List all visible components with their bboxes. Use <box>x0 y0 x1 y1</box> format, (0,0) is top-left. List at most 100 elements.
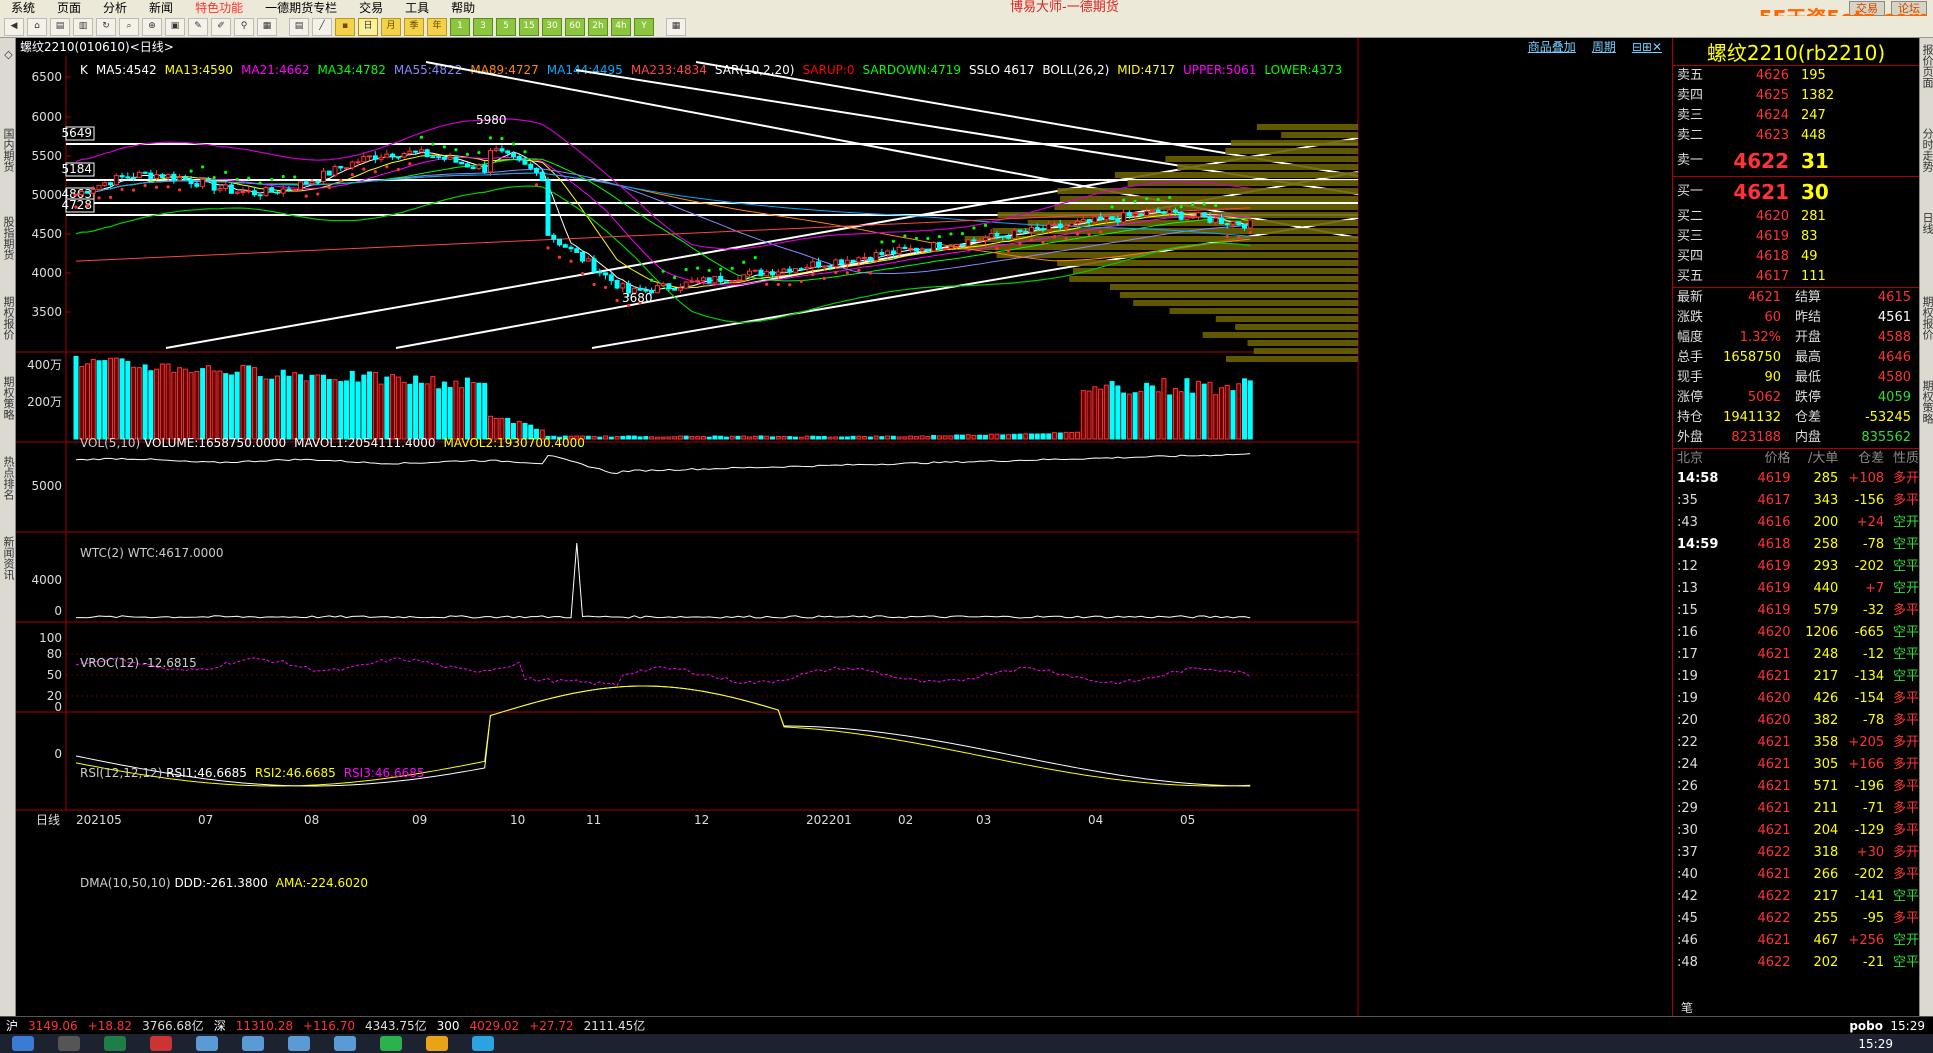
quote-row[interactable]: 卖二 4623 448 <box>1673 126 1919 146</box>
tick-oi: -12 <box>1862 647 1885 662</box>
candle-body <box>925 248 931 252</box>
candle-body <box>608 274 614 281</box>
window-icon[interactable] <box>196 1036 218 1051</box>
menu-item[interactable]: 工具 <box>394 0 440 16</box>
menu-item[interactable]: 系统 <box>0 0 46 16</box>
left-tab-1[interactable]: 股指期货 <box>1 216 15 260</box>
search-icon[interactable]: ⌕ <box>119 17 139 36</box>
period-1m-icon[interactable]: 1 <box>450 17 470 36</box>
left-tab-5[interactable]: 新闻资讯 <box>1 536 15 580</box>
table-icon[interactable]: ▤ <box>289 17 309 36</box>
period-4h-icon[interactable]: 4h <box>611 17 631 36</box>
draw-icon[interactable]: ✐ <box>211 17 231 36</box>
quote-row[interactable]: 卖四 4625 1382 <box>1673 86 1919 106</box>
volume-bar <box>614 435 620 440</box>
excel-icon[interactable] <box>104 1036 126 1051</box>
volume-bar <box>436 388 442 440</box>
ask1-row[interactable]: 卖一 4622 31 <box>1673 146 1919 176</box>
volume-bar <box>746 436 752 440</box>
period-2h-icon[interactable]: 2h <box>588 17 608 36</box>
period-day-icon[interactable]: 日 <box>358 17 378 36</box>
candle-body <box>257 194 263 197</box>
stat-row: 总手 1658750 最高 4646 <box>1673 348 1919 368</box>
tick-row: :40 4621 266 -202 多平 <box>1673 864 1919 886</box>
period-week-icon[interactable]: Y <box>634 17 654 36</box>
period-30m-icon[interactable]: 30 <box>542 17 562 36</box>
left-tab-top[interactable]: ◇ <box>1 48 15 61</box>
volume-bar <box>787 436 793 440</box>
right-tab-0[interactable]: 报价页面 <box>1920 44 1933 88</box>
start-icon[interactable] <box>12 1036 34 1051</box>
candle-body <box>988 233 994 239</box>
menu-item[interactable]: 特色功能 <box>184 0 254 16</box>
quote-icon[interactable]: ▤ <box>50 17 70 36</box>
period-5m-icon[interactable]: 5 <box>496 17 516 36</box>
window-icon[interactable] <box>288 1036 310 1051</box>
refresh-icon[interactable]: ↻ <box>96 17 116 36</box>
home-icon[interactable]: ⌂ <box>27 17 47 36</box>
window-icon[interactable]: ▣ <box>165 17 185 36</box>
bid1-row[interactable]: 买一 4621 30 <box>1673 177 1919 207</box>
candle-body <box>672 288 678 291</box>
left-tab-4[interactable]: 热点排名 <box>1 456 15 500</box>
back-icon[interactable]: ◀ <box>4 17 24 36</box>
folder-icon[interactable] <box>426 1036 448 1051</box>
quote-row[interactable]: 卖五 4626 195 <box>1673 66 1919 86</box>
tick-price: 4620 <box>1757 625 1791 640</box>
window-icon[interactable] <box>242 1036 264 1051</box>
volume-bar <box>321 374 327 440</box>
window-icon[interactable] <box>334 1036 356 1051</box>
left-tab-0[interactable]: 国内期货 <box>1 128 15 172</box>
period-season-icon[interactable]: 季 <box>404 17 424 36</box>
sar-dot <box>201 165 205 169</box>
left-tab-2[interactable]: 期权报价 <box>1 296 15 340</box>
wechat-icon[interactable] <box>380 1036 402 1051</box>
search-icon[interactable] <box>58 1036 80 1051</box>
quote-row[interactable]: 买二 4620 281 <box>1673 207 1919 227</box>
quote-row[interactable]: 卖三 4624 247 <box>1673 106 1919 126</box>
sar-dot <box>1098 230 1103 234</box>
menu-item[interactable]: 交易 <box>348 0 394 16</box>
stat-label: 涨停 <box>1677 390 1704 405</box>
menu-item[interactable]: 一德期货专栏 <box>254 0 348 16</box>
line-icon[interactable]: ╱ <box>312 17 332 36</box>
calculator-icon[interactable]: ▦ <box>666 17 686 36</box>
sar-dot <box>1214 203 1218 208</box>
right-tab-3[interactable]: 期权报价 <box>1920 296 1933 340</box>
right-tab-1[interactable]: 分时走势 <box>1920 128 1933 172</box>
browser-icon[interactable] <box>472 1036 494 1051</box>
quote-row[interactable]: 买四 4618 49 <box>1673 247 1919 267</box>
chart-icon[interactable]: ▥ <box>73 17 93 36</box>
pen-icon[interactable]: ✎ <box>188 17 208 36</box>
left-tab-3[interactable]: 期权策略 <box>1 376 15 420</box>
period-tick-icon[interactable]: ▪ <box>335 17 355 36</box>
volume-bar <box>654 436 660 440</box>
app-icon[interactable] <box>150 1036 172 1051</box>
candle-body <box>96 184 102 191</box>
grid-icon[interactable]: ▦ <box>257 17 277 36</box>
menu-item[interactable]: 分析 <box>92 0 138 16</box>
period-3m-icon[interactable]: 3 <box>473 17 493 36</box>
sar-dot <box>972 226 976 230</box>
candle-body <box>821 265 827 268</box>
period-month-icon[interactable]: 月 <box>381 17 401 36</box>
menu-item[interactable]: 页面 <box>46 0 92 16</box>
chart-area[interactable]: 螺纹2210(010610)<日线> 商品叠加 周期 ⊟⊞✕ K MA5:4542… <box>16 38 1672 1016</box>
legend-item: VOLUME:1658750.0000 <box>144 436 287 450</box>
volume-profile-bar <box>948 244 1358 250</box>
right-tab-4[interactable]: 期权策略 <box>1920 380 1933 424</box>
period-year-icon[interactable]: 年 <box>427 17 447 36</box>
price-tick-label: 3500 <box>31 305 62 319</box>
quote-volume: 448 <box>1801 128 1826 143</box>
zoom-icon[interactable]: ⊕ <box>142 17 162 36</box>
menu-item[interactable]: 帮助 <box>440 0 486 16</box>
quote-row[interactable]: 买五 4617 111 <box>1673 267 1919 287</box>
filter-icon[interactable]: ⚲ <box>234 17 254 36</box>
period-15m-icon[interactable]: 15 <box>519 17 539 36</box>
quote-row[interactable]: 买三 4619 83 <box>1673 227 1919 247</box>
menu-item[interactable]: 新闻 <box>138 0 184 16</box>
period-60m-icon[interactable]: 60 <box>565 17 585 36</box>
tick-time: :17 <box>1677 647 1698 662</box>
volume-bar <box>1080 390 1086 440</box>
right-tab-2[interactable]: 日线 <box>1920 212 1933 234</box>
